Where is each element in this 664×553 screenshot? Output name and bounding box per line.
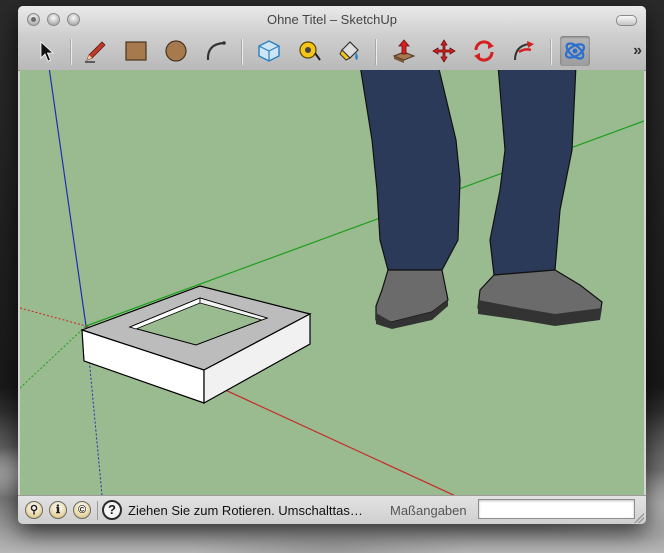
credits-icon[interactable]: ℹ xyxy=(49,501,67,519)
rotate-tool-button[interactable] xyxy=(469,36,499,66)
orbit-icon xyxy=(564,42,586,60)
blue-axis xyxy=(48,70,87,327)
rectangle-tool-button[interactable] xyxy=(121,36,151,66)
sketchup-window: Ohne Titel – SketchUp » ⚲ ℹ © ? Ziehen S… xyxy=(18,6,646,524)
square-frame-model[interactable] xyxy=(80,285,312,405)
measurements-label: Maßangaben xyxy=(390,503,467,518)
tape-measure-icon xyxy=(299,41,321,61)
follow-me-icon xyxy=(514,41,534,61)
status-bar: ⚲ ℹ © ? Ziehen Sie zum Rotieren. Umschal… xyxy=(18,495,646,524)
toolbar-separator xyxy=(550,39,552,65)
person-figure[interactable] xyxy=(360,70,603,329)
window-title: Ohne Titel – SketchUp xyxy=(266,12,398,27)
help-button[interactable]: ? xyxy=(102,500,122,520)
arc-icon xyxy=(206,41,226,61)
green-axis-negative xyxy=(20,325,87,389)
orbit-tool-button[interactable] xyxy=(560,36,590,66)
status-text: Ziehen Sie zum Rotieren. Umschalttas… xyxy=(128,503,363,518)
main-toolbar: » xyxy=(18,33,646,69)
rotate-icon xyxy=(474,40,494,62)
pencil-tool-button[interactable] xyxy=(81,36,111,66)
3d-scene xyxy=(20,70,644,495)
make-component-tool-button[interactable] xyxy=(254,36,284,66)
paint-bucket-icon xyxy=(339,41,359,61)
measurements-input[interactable] xyxy=(478,499,635,519)
model-viewport[interactable] xyxy=(20,70,644,495)
toolbar-separator xyxy=(70,39,72,65)
move-icon xyxy=(432,39,456,63)
geo-location-icon[interactable]: ⚲ xyxy=(25,501,43,519)
component-icon xyxy=(258,40,280,62)
arrow-cursor-icon xyxy=(40,41,55,62)
rectangle-icon xyxy=(125,41,147,61)
red-axis-negative xyxy=(20,307,87,327)
arc-tool-button[interactable] xyxy=(201,36,231,66)
move-tool-button[interactable] xyxy=(429,36,459,66)
toolbar-toggle-button[interactable] xyxy=(616,15,637,26)
follow-me-tool-button[interactable] xyxy=(509,36,539,66)
paint-bucket-tool-button[interactable] xyxy=(334,36,364,66)
resize-grip[interactable] xyxy=(634,513,644,523)
push-pull-tool-button[interactable] xyxy=(389,36,419,66)
toolbar-separator xyxy=(241,39,243,65)
license-icon[interactable]: © xyxy=(73,501,91,519)
status-separator xyxy=(97,501,98,520)
toolbar-overflow-button[interactable]: » xyxy=(633,42,642,60)
tape-measure-tool-button[interactable] xyxy=(294,36,324,66)
circle-tool-button[interactable] xyxy=(161,36,191,66)
circle-icon xyxy=(165,40,187,62)
title-bar: Ohne Titel – SketchUp » xyxy=(18,6,646,71)
push-pull-icon xyxy=(392,39,416,63)
toolbar-separator xyxy=(375,39,377,65)
pencil-icon xyxy=(85,41,106,63)
select-tool-button[interactable] xyxy=(30,36,60,66)
